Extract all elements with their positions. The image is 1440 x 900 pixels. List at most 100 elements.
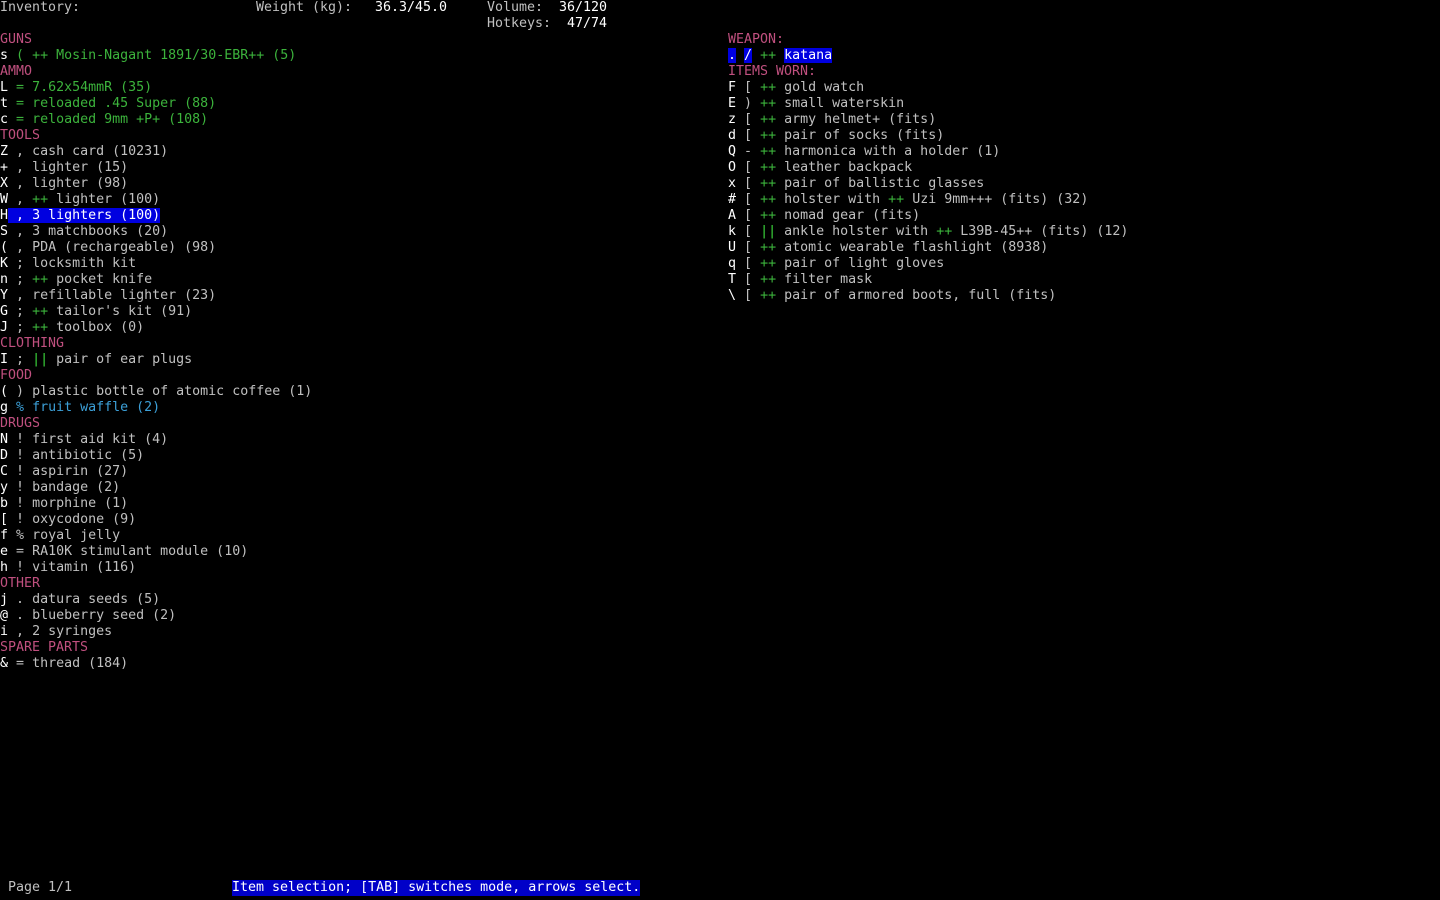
item-hotkey: + [0, 160, 9, 175]
item-mark: ++ [32, 304, 49, 319]
item-hotkey: . [728, 48, 737, 63]
inventory-item[interactable]: U [ ++ atomic wearable flashlight (8938) [728, 240, 1048, 256]
item-hotkey: Y [0, 288, 9, 303]
inventory-item[interactable]: Z , cash card (10231) [0, 144, 168, 160]
weight-value: 36.3/45.0 [375, 0, 448, 15]
inventory-item[interactable]: t = reloaded .45 Super (88) [0, 96, 216, 112]
item-symbol: , [16, 624, 25, 639]
inventory-item[interactable]: C ! aspirin (27) [0, 464, 128, 480]
inventory-item[interactable]: ( ) plastic bottle of atomic coffee (1) [0, 384, 312, 400]
inventory-item[interactable]: . / ++ katana [728, 48, 833, 64]
item-name: filter mask [784, 272, 873, 287]
item-name: lighter (15) [32, 160, 129, 175]
inventory-item[interactable]: \ [ ++ pair of armored boots, full (fits… [728, 288, 1056, 304]
category-header: DRUGS [0, 416, 41, 431]
inventory-item[interactable]: A [ ++ nomad gear (fits) [728, 208, 920, 224]
inventory-item[interactable]: Q - ++ harmonica with a holder (1) [728, 144, 1000, 160]
item-hotkey: \ [728, 288, 737, 303]
item-body: = reloaded 9mm +P+ (108) [8, 112, 208, 127]
item-hotkey: n [0, 272, 9, 287]
inventory-item[interactable]: y ! bandage (2) [0, 480, 120, 496]
item-body: ; ++ toolbox (0) [8, 320, 144, 335]
inventory-item[interactable]: g % fruit waffle (2) [0, 400, 160, 416]
inventory-item[interactable]: d [ ++ pair of socks (fits) [728, 128, 944, 144]
item-symbol: ) [16, 384, 25, 399]
item-name-contained: L39B-45++ (fits) (12) [960, 224, 1129, 239]
item-symbol: ; [16, 272, 25, 287]
inventory-item[interactable]: & = thread (184) [0, 656, 128, 672]
item-name: army helmet+ (fits) [784, 112, 937, 127]
item-hotkey: k [728, 224, 737, 239]
inventory-item[interactable]: e = RA10K stimulant module (10) [0, 544, 248, 560]
item-body: [ ++ leather backpack [736, 160, 912, 175]
inventory-item[interactable]: L = 7.62x54mmR (35) [0, 80, 152, 96]
item-hotkey: & [0, 656, 9, 671]
inventory-item[interactable]: S , 3 matchbooks (20) [0, 224, 168, 240]
item-symbol: [ [744, 176, 753, 191]
volume-value: 36/120 [559, 0, 608, 15]
item-hotkey: K [0, 256, 9, 271]
inventory-item[interactable]: T [ ++ filter mask [728, 272, 872, 288]
inventory-item[interactable]: q [ ++ pair of light gloves [728, 256, 944, 272]
item-name: aspirin (27) [32, 464, 129, 479]
item-mark: ++ [888, 192, 905, 207]
category-header: SPARE PARTS [0, 640, 89, 655]
item-symbol: [ [744, 272, 753, 287]
category-header: ITEMS WORN: [728, 64, 817, 79]
inventory-item[interactable]: K ; locksmith kit [0, 256, 136, 272]
inventory-item[interactable]: N ! first aid kit (4) [0, 432, 168, 448]
category-row: TOOLS [0, 128, 40, 144]
inventory-item[interactable]: h ! vitamin (116) [0, 560, 136, 576]
inventory-item[interactable]: @ . blueberry seed (2) [0, 608, 176, 624]
item-body: ! oxycodone (9) [8, 512, 136, 527]
item-hotkey: f [0, 528, 9, 543]
item-name: pair of ear plugs [56, 352, 193, 367]
inventory-item[interactable]: z [ ++ army helmet+ (fits) [728, 112, 936, 128]
item-hotkey: s [0, 48, 9, 63]
item-hotkey: ( [0, 240, 9, 255]
category-header: WEAPON: [728, 32, 785, 47]
item-hotkey: A [728, 208, 737, 223]
inventory-item[interactable]: W , ++ lighter (100) [0, 192, 160, 208]
inventory-item[interactable]: G ; ++ tailor's kit (91) [0, 304, 192, 320]
category-header: OTHER [0, 576, 41, 591]
inventory-item[interactable]: s ( ++ Mosin-Nagant 1891/30-EBR++ (5) [0, 48, 296, 64]
item-hotkey: S [0, 224, 9, 239]
inventory-item[interactable]: f % royal jelly [0, 528, 120, 544]
inventory-item[interactable]: [ ! oxycodone (9) [0, 512, 136, 528]
inventory-item[interactable]: c = reloaded 9mm +P+ (108) [0, 112, 208, 128]
item-hotkey: J [0, 320, 9, 335]
category-row: CLOTHING [0, 336, 64, 352]
inventory-item[interactable]: O [ ++ leather backpack [728, 160, 912, 176]
inventory-item[interactable]: + , lighter (15) [0, 160, 128, 176]
inventory-item[interactable]: Y , refillable lighter (23) [0, 288, 216, 304]
inventory-item[interactable]: ( , PDA (rechargeable) (98) [0, 240, 216, 256]
item-hotkey: j [0, 592, 9, 607]
inventory-item[interactable]: i , 2 syringes [0, 624, 112, 640]
inventory-item[interactable]: j . datura seeds (5) [0, 592, 160, 608]
item-symbol: , [16, 240, 25, 255]
inventory-item[interactable]: D ! antibiotic (5) [0, 448, 144, 464]
item-hotkey: b [0, 496, 9, 511]
inventory-item[interactable]: x [ ++ pair of ballistic glasses [728, 176, 984, 192]
inventory-item[interactable]: n ; ++ pocket knife [0, 272, 152, 288]
inventory-item[interactable]: I ; || pair of ear plugs [0, 352, 192, 368]
inventory-item[interactable]: # [ ++ holster with ++ Uzi 9mm+++ (fits)… [728, 192, 1088, 208]
inventory-item[interactable]: X , lighter (98) [0, 176, 128, 192]
category-header: CLOTHING [0, 336, 65, 351]
item-hotkey: h [0, 560, 9, 575]
inventory-item[interactable]: E ) ++ small waterskin [728, 96, 904, 112]
item-symbol: ! [16, 448, 25, 463]
item-mark: ++ [32, 48, 49, 63]
inventory-item[interactable]: H , 3 lighters (100) [0, 208, 161, 224]
item-hotkey: U [728, 240, 737, 255]
inventory-item[interactable]: b ! morphine (1) [0, 496, 128, 512]
item-mark: ++ [760, 208, 777, 223]
item-body: , ++ lighter (100) [8, 192, 160, 207]
inventory-item[interactable]: F [ ++ gold watch [728, 80, 864, 96]
item-name: royal jelly [32, 528, 121, 543]
item-body: - ++ harmonica with a holder (1) [736, 144, 1000, 159]
inventory-item[interactable]: J ; ++ toolbox (0) [0, 320, 144, 336]
inventory-item[interactable]: k [ || ankle holster with ++ L39B-45++ (… [728, 224, 1128, 240]
item-hotkey: t [0, 96, 9, 111]
